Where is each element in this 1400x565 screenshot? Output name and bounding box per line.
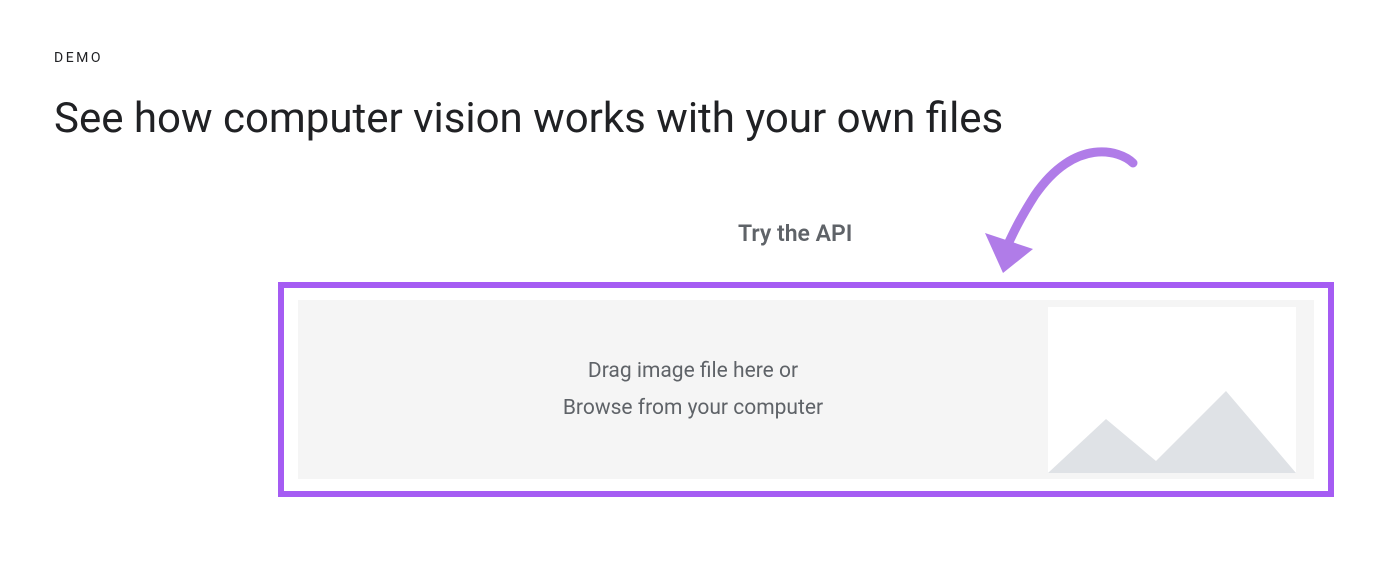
dropzone-instructions: Drag image file here or Browse from your… [338,353,1048,427]
eyebrow-label: DEMO [54,50,1346,66]
curved-arrow-icon [965,145,1155,285]
dropzone-highlight: Drag image file here or Browse from your… [278,282,1334,497]
try-api-label: Try the API [738,220,852,247]
file-dropzone[interactable]: Drag image file here or Browse from your… [298,300,1314,479]
dropzone-line-1: Drag image file here or [338,353,1048,390]
try-api-label-wrap: Try the API [738,220,852,247]
dropzone-line-2: Browse from your computer [338,390,1048,427]
image-placeholder-icon [1048,307,1296,473]
page-headline: See how computer vision works with your … [54,94,1346,144]
